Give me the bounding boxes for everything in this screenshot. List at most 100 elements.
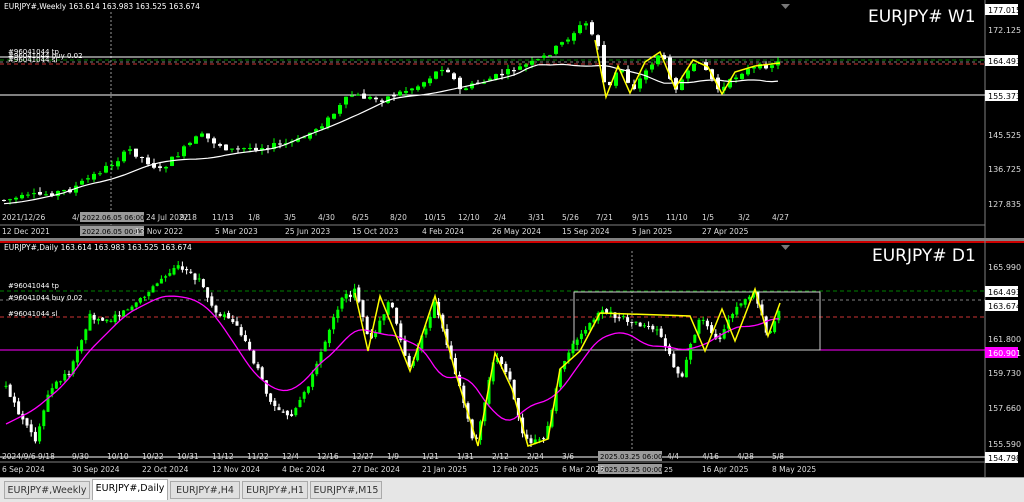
candle-body bbox=[235, 321, 239, 326]
price-label: 159.730 bbox=[988, 369, 1021, 378]
candle-body bbox=[323, 341, 327, 352]
tab-m15[interactable]: EURJPY#,M15 bbox=[310, 481, 382, 499]
candle-body bbox=[676, 367, 680, 374]
candle-body bbox=[575, 339, 579, 345]
candle-body bbox=[554, 45, 558, 54]
candle-body bbox=[59, 381, 63, 383]
date-marker-label: 9/30 bbox=[72, 452, 89, 461]
tab-h1[interactable]: EURJPY#,H1 bbox=[242, 481, 308, 499]
candle-body bbox=[338, 105, 342, 114]
time-axis-label: 6 Sep 2024 bbox=[2, 465, 45, 474]
candle-body bbox=[155, 283, 159, 286]
candle-body bbox=[357, 287, 361, 302]
candle-body bbox=[650, 64, 654, 70]
daily-chart[interactable]: EURJPY#,Daily 163.614 163.983 163.525 16… bbox=[0, 241, 1024, 477]
candle-body bbox=[25, 418, 29, 426]
candle-body bbox=[126, 309, 130, 311]
candle-body bbox=[182, 146, 186, 157]
time-axis-label: 4 Feb 2024 bbox=[422, 227, 464, 236]
candle-body bbox=[26, 194, 30, 196]
date-marker-label: 11/13 bbox=[212, 213, 234, 222]
daily-chart-pane[interactable]: EURJPY#,Daily 163.614 163.983 163.525 16… bbox=[0, 241, 1024, 477]
candle-body bbox=[410, 88, 414, 91]
candle-body bbox=[374, 97, 378, 100]
time-axis-label: 12 Dec 2021 bbox=[2, 227, 50, 236]
candle-body bbox=[242, 148, 246, 150]
candle-body bbox=[634, 321, 638, 323]
candle-body bbox=[504, 363, 508, 373]
candle-body bbox=[340, 297, 344, 309]
candle-body bbox=[294, 408, 298, 416]
candle-body bbox=[362, 93, 366, 99]
candle-body bbox=[663, 338, 667, 347]
candle-body bbox=[164, 276, 168, 278]
chart-shift-marker-icon bbox=[781, 4, 790, 9]
date-marker-label: 12/10 bbox=[458, 213, 480, 222]
candle-body bbox=[38, 426, 42, 442]
tab-daily[interactable]: EURJPY#,Daily bbox=[92, 479, 168, 500]
candle-body bbox=[686, 70, 690, 79]
chart-header: EURJPY#,Weekly 163.614 163.983 163.525 1… bbox=[4, 2, 200, 11]
candle-body bbox=[390, 302, 394, 308]
candle-body bbox=[746, 68, 750, 75]
date-marker-label: 1/8 bbox=[248, 213, 260, 222]
candle-body bbox=[134, 302, 138, 307]
weekly-chart-pane[interactable]: EURJPY#,Weekly 163.614 163.983 163.525 1… bbox=[0, 0, 1024, 238]
date-marker-label: 11/22 bbox=[247, 452, 269, 461]
candle-body bbox=[113, 314, 117, 323]
time-axis-label: 21 Jan 2025 bbox=[422, 465, 467, 474]
candle-body bbox=[248, 147, 252, 149]
candle-body bbox=[243, 335, 247, 341]
candle-body bbox=[101, 317, 105, 321]
date-marker-label: 3/2 bbox=[738, 213, 750, 222]
zigzag-line bbox=[594, 39, 781, 100]
date-marker-label: 3/31 bbox=[528, 213, 545, 222]
date-marker-label: 4/ bbox=[72, 213, 80, 222]
candle-body bbox=[398, 91, 402, 96]
candle-body bbox=[14, 197, 18, 200]
price-label: 161.800 bbox=[988, 335, 1021, 344]
candle-body bbox=[298, 399, 302, 407]
weekly-chart[interactable]: EURJPY#,Weekly 163.614 163.983 163.525 1… bbox=[0, 0, 1024, 238]
date-marker-label: 2021/12/26 bbox=[2, 213, 45, 222]
candle-body bbox=[680, 79, 684, 90]
candle-body bbox=[434, 71, 438, 79]
time-axis-label: 30 Sep 2024 bbox=[72, 465, 120, 474]
candle-body bbox=[356, 94, 360, 96]
date-marker-label: 7/21 bbox=[596, 213, 613, 222]
candle-body bbox=[378, 320, 382, 334]
candle-body bbox=[529, 438, 533, 443]
tab-weekly[interactable]: EURJPY#,Weekly bbox=[4, 481, 90, 499]
order-tp-label: #96041044 tp bbox=[8, 282, 59, 290]
candle-body bbox=[63, 373, 67, 381]
candle-body bbox=[17, 401, 21, 415]
candle-body bbox=[572, 33, 576, 41]
candle-body bbox=[536, 59, 540, 61]
date-marker-label: 11/12 bbox=[212, 452, 234, 461]
date-marker-label: 4/27 bbox=[772, 213, 789, 222]
candle-body bbox=[128, 149, 132, 151]
candle-body bbox=[361, 300, 365, 318]
date-marker-label: 2/24 bbox=[527, 452, 544, 461]
candle-body bbox=[590, 22, 594, 35]
candles bbox=[4, 260, 781, 448]
candle-body bbox=[416, 86, 420, 90]
candle-body bbox=[138, 297, 142, 303]
candle-body bbox=[188, 142, 192, 146]
candle-body bbox=[302, 392, 306, 399]
tab-h4[interactable]: EURJPY#,H4 bbox=[170, 481, 240, 499]
time-axis-label: 8 May 2025 bbox=[772, 465, 816, 474]
candle-body bbox=[494, 74, 498, 80]
time-axis-label: 27 Apr 2025 bbox=[702, 227, 749, 236]
candle-body bbox=[566, 39, 570, 42]
zigzag-line bbox=[354, 286, 781, 447]
candle-body bbox=[446, 69, 450, 73]
candle-body bbox=[638, 322, 642, 327]
candle-body bbox=[8, 199, 12, 201]
date-marker-label: 1/21 bbox=[422, 452, 439, 461]
candle-body bbox=[4, 385, 8, 387]
candle-body bbox=[693, 334, 697, 343]
date-marker-label: 2/4 bbox=[494, 213, 506, 222]
candle-body bbox=[506, 69, 510, 75]
candle-body bbox=[705, 320, 709, 327]
